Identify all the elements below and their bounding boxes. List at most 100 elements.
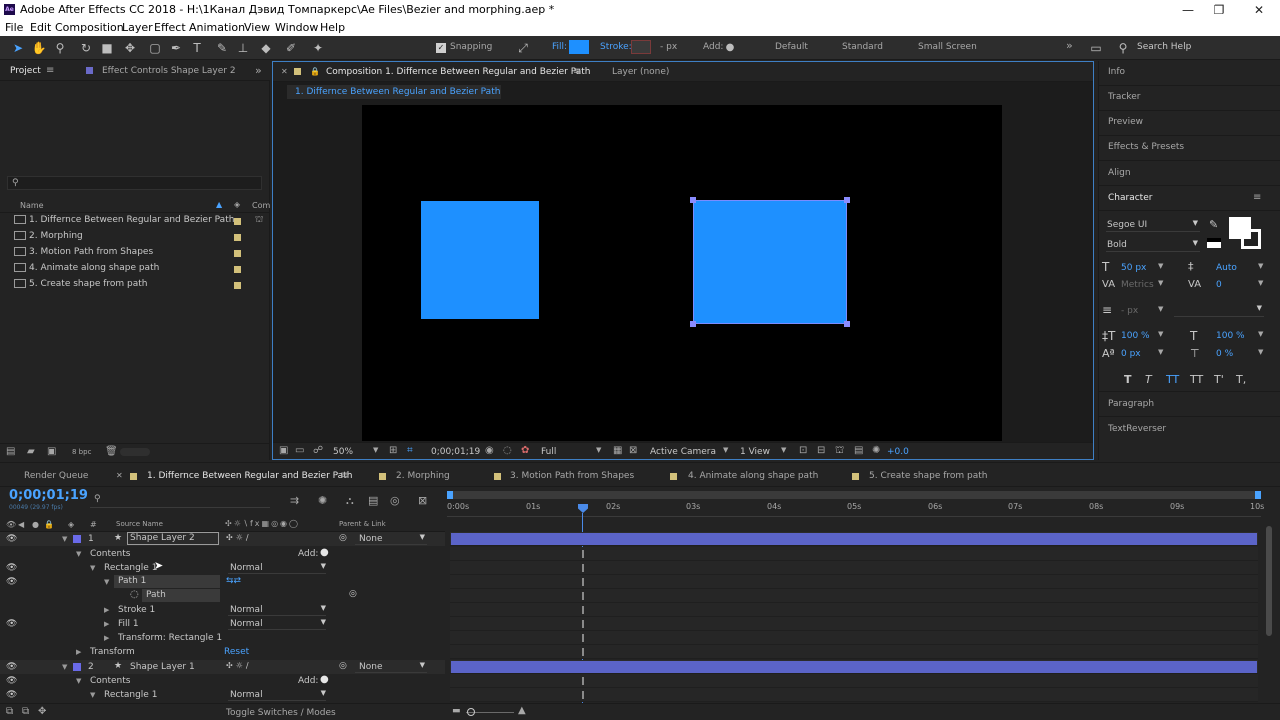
timeline-search-input[interactable]: ⚲ [90, 494, 270, 508]
clone-stamp-tool-icon[interactable]: ⊥ [235, 40, 251, 56]
tab-comp-3[interactable]: 3. Motion Path from Shapes [510, 471, 634, 481]
monitor-icon[interactable]: ▭ [295, 445, 304, 456]
new-composition-icon[interactable]: ▣ [47, 446, 56, 457]
reset-link[interactable]: Reset [224, 647, 249, 657]
tab-layer[interactable]: Layer (none) [612, 67, 669, 77]
fit-icon[interactable]: ⊞ [389, 445, 397, 456]
layer-row[interactable]: 👁 ▼ 2 ★ Shape Layer 1 ✣☼∕ ◎ None ▼ [0, 660, 445, 674]
layer-duration-bar[interactable] [451, 661, 1257, 673]
expand-layer-switches-icon[interactable]: ⧉ [6, 706, 13, 717]
collapse-triangle-icon[interactable]: ▶ [104, 606, 109, 614]
add-shape-button[interactable]: ● [320, 674, 329, 685]
tsume-value[interactable]: 0 % [1216, 349, 1233, 359]
tab-composition[interactable]: Composition 1. Differnce Between Regular… [326, 67, 591, 77]
composition-canvas[interactable] [362, 105, 1002, 441]
workspace-overflow-button[interactable]: » [1066, 39, 1073, 52]
vertical-scale-value[interactable]: 100 % [1121, 331, 1150, 341]
workspace-default[interactable]: Default [775, 42, 808, 52]
fast-previews-icon[interactable]: ⊠ [629, 445, 637, 456]
eraser-tool-icon[interactable]: ◆ [258, 40, 274, 56]
source-name-header[interactable]: Source Name [116, 520, 163, 528]
close-tab-icon[interactable]: ✕ [281, 67, 288, 76]
pen-tool-icon[interactable]: ✒ [168, 40, 184, 56]
brush-tool-icon[interactable]: ✎ [214, 40, 230, 56]
property-row[interactable]: ▶ Stroke 1 Normal ▼ [0, 603, 445, 617]
layer-label-color[interactable] [73, 535, 81, 543]
menu-effect[interactable]: Effect [154, 21, 186, 34]
work-area-bar[interactable] [447, 491, 1261, 499]
project-search-input[interactable]: ⚲ [7, 176, 262, 190]
property-row[interactable]: 👁 ▼ Rectangle 1 Normal ▼ [0, 688, 445, 702]
expand-time-stretch-icon[interactable]: ✥ [38, 706, 46, 717]
workspace-standard[interactable]: Standard [842, 42, 883, 52]
add-circle-icon[interactable]: ● [722, 40, 738, 56]
bezier-rectangle-shape[interactable] [693, 200, 847, 324]
menu-layer[interactable]: Layer [122, 21, 153, 34]
close-button[interactable]: ✕ [1251, 2, 1267, 18]
layer-switches-icon[interactable]: ✣☼∕ [226, 661, 252, 670]
project-item[interactable]: 2. Morphing [14, 231, 254, 245]
expand-triangle-icon[interactable]: ▼ [62, 663, 67, 671]
tab-comp-1[interactable]: 1. Differnce Between Regular and Bezier … [147, 471, 352, 481]
timeline-icon[interactable]: ▤ [854, 445, 863, 456]
draft-3d-icon[interactable]: ✺ [318, 494, 327, 507]
blend-mode-dropdown[interactable]: Normal ▼ [228, 604, 326, 616]
path-direction-icon[interactable]: ⇆⇄ [226, 576, 241, 586]
timeline-zoom-handle[interactable] [467, 708, 475, 716]
panel-character-title[interactable]: Character [1108, 193, 1152, 203]
view-layout-dropdown[interactable]: 1 View [740, 447, 770, 457]
tab-project[interactable]: Project [10, 66, 41, 76]
timeline-menu-icon[interactable]: ≡ [340, 470, 348, 481]
work-area-end-handle[interactable] [1255, 491, 1261, 499]
menu-animation[interactable]: Animation [189, 21, 245, 34]
panel-align[interactable]: Align [1108, 168, 1131, 178]
blend-mode-dropdown[interactable]: Normal ▼ [228, 618, 326, 630]
project-item[interactable]: 4. Animate along shape path [14, 263, 254, 277]
camera-view-dropdown[interactable]: Active Camera [650, 447, 716, 457]
keyframe-marker[interactable] [582, 592, 584, 600]
collapse-triangle-icon[interactable]: ▶ [76, 648, 81, 656]
bpc-button[interactable]: 8 bpc [72, 448, 91, 456]
lock-icon[interactable]: 🔒 [310, 67, 320, 76]
tab-comp-2[interactable]: 2. Morphing [396, 471, 450, 481]
superscript-button[interactable]: T' [1214, 373, 1224, 386]
camera-tool-icon[interactable]: ■ [99, 40, 115, 56]
project-item[interactable]: 3. Motion Path from Shapes [14, 247, 254, 261]
property-row[interactable]: ▶ Transform Reset [0, 645, 445, 659]
layer-duration-bar[interactable] [451, 533, 1257, 545]
resolution-dropdown[interactable]: Full [541, 447, 556, 457]
stroke-color-box[interactable] [1241, 229, 1261, 249]
blend-mode-dropdown[interactable]: Normal ▼ [228, 562, 326, 574]
menu-file[interactable]: File [5, 21, 23, 34]
tab-effect-controls[interactable]: Effect Controls Shape Layer 2 [102, 66, 236, 76]
reset-exposure-icon[interactable]: ✺ [872, 445, 880, 456]
layer-switches-icon[interactable]: ✣☼∕ [226, 533, 252, 542]
path-vertex-handle[interactable] [690, 197, 696, 203]
expand-triangle-icon[interactable]: ▼ [62, 535, 67, 543]
font-size-value[interactable]: 50 px [1121, 263, 1146, 273]
tab-render-queue[interactable]: Render Queue [24, 471, 88, 481]
property-row[interactable]: 👁 ▼ Contents Add: ● [0, 674, 445, 688]
collapse-triangle-icon[interactable]: ▶ [104, 634, 109, 642]
stroke-width-value[interactable]: - px [660, 42, 677, 52]
toggle-pixel-aspect-icon[interactable]: ⊡ [799, 445, 807, 456]
shy-layers-icon[interactable]: ⛬ [346, 494, 354, 508]
expand-triangle-icon[interactable]: ▼ [76, 550, 81, 558]
pick-whip-icon[interactable]: ◎ [339, 533, 347, 543]
snap-options-icon[interactable]: ⤢ [515, 40, 531, 56]
eyedropper-icon[interactable]: ✎ [1209, 218, 1218, 231]
zoom-in-icon[interactable]: ▲ [518, 705, 526, 716]
interpret-footage-icon[interactable]: ▤ [6, 446, 15, 457]
keyframe-marker[interactable] [582, 578, 584, 586]
stroke-fill-order-dropdown[interactable]: ▼ [1174, 303, 1264, 317]
layer-row[interactable]: 👁 ▼ 1 ★ Shape Layer 2 ✣☼∕ ◎ None ▼ [0, 532, 445, 546]
panel-tracker[interactable]: Tracker [1108, 92, 1140, 102]
small-caps-button[interactable]: TT [1190, 373, 1203, 386]
eye-icon[interactable]: 👁 [6, 676, 17, 686]
stroke-width-value[interactable]: - px [1121, 306, 1138, 316]
toggle-switches-modes-button[interactable]: Toggle Switches / Modes [226, 708, 336, 718]
selection-tool-icon[interactable]: ➤ [10, 40, 26, 56]
kerning-value[interactable]: Metrics [1121, 280, 1154, 290]
path-vertex-handle[interactable] [844, 197, 850, 203]
blend-mode-dropdown[interactable]: Normal ▼ [228, 689, 326, 701]
